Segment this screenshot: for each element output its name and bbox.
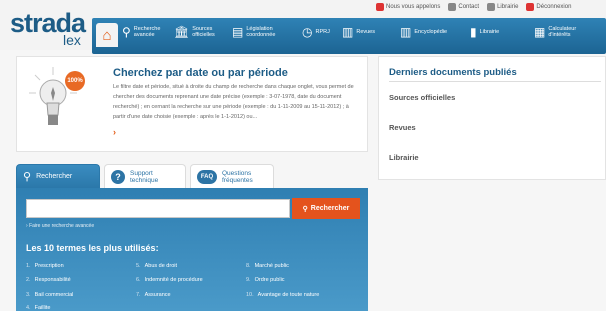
cart-icon [487, 2, 496, 11]
main-nav: ⌂ ⚲ Recherche avancée 🏛 Sources officielle… [92, 18, 606, 54]
promo-text: Le filtre date et période, situé à droit… [113, 84, 354, 120]
latest-item-revues[interactable]: Revues [389, 123, 416, 132]
read-more-link[interactable]: › [113, 127, 116, 137]
top-link[interactable]: Nous vous appelons [376, 0, 440, 13]
term-link[interactable]: 8. Marché public [246, 263, 289, 269]
top-link[interactable]: Contact [448, 0, 479, 13]
search-input[interactable] [26, 199, 290, 218]
term-link[interactable]: 5. Abus de droit [136, 263, 177, 269]
divider [389, 81, 601, 82]
term-link[interactable]: 6. Indemnité de procédure [136, 277, 203, 283]
nav-revues[interactable]: ▥ Revues [342, 26, 375, 38]
mail-icon [448, 2, 457, 11]
logo-sub: lex [63, 32, 81, 48]
building-icon: 🏛 [174, 25, 190, 39]
tab-questions-frequentes[interactable]: FAQ Questions fréquentes [190, 164, 274, 188]
book-icon: ▥ [342, 25, 354, 39]
calculator-icon: ▦ [534, 25, 546, 39]
circle-arrow-icon: ◷ [302, 25, 313, 39]
promo-title[interactable]: Cherchez par date ou par période [113, 67, 288, 79]
term-link[interactable]: 2. Responsabilité [26, 277, 71, 283]
top-terms-title: Les 10 termes les plus utilisés: [26, 243, 159, 253]
advanced-search-link[interactable]: › Faire une recherche avancée [26, 223, 94, 229]
term-link[interactable]: 1. Prescription [26, 263, 64, 269]
term-link[interactable]: 4. Faillite [26, 305, 51, 311]
term-link[interactable]: 9. Ordre public [246, 277, 285, 283]
tab-rechercher[interactable]: ⚲ Rechercher [16, 164, 100, 188]
search-icon: ⚲ [302, 205, 308, 213]
top-link[interactable]: Déconnexion [526, 0, 571, 13]
promo-box: 100% Cherchez par date ou par période Le… [16, 56, 368, 152]
nav-calculateur[interactable]: ▦ Calculateur d'intérêts [534, 26, 576, 38]
term-link[interactable]: 7. Assurance [136, 292, 171, 298]
nav-sources-officielles[interactable]: 🏛 Sources officielles [174, 26, 215, 38]
top-link[interactable]: Librairie [487, 0, 518, 13]
nav-rprj[interactable]: ◷ RPRJ [302, 26, 330, 38]
latest-item-librairie[interactable]: Librairie [389, 153, 419, 162]
nav-recherche-avancee[interactable]: ⚲ Recherche avancée [122, 26, 160, 38]
logout-icon [526, 2, 535, 11]
top-links: Nous vous appelons Contact Librairie Déc… [376, 0, 571, 13]
latest-documents-title: Derniers documents publiés [389, 67, 517, 78]
nav-librairie[interactable]: ▮ Librairie [470, 26, 499, 38]
term-link[interactable]: 10. Avantage de toute nature [246, 292, 319, 298]
document-icon: ▤ [232, 25, 244, 39]
phone-icon [376, 2, 384, 11]
help-icon: ? [111, 169, 125, 184]
search-button[interactable]: ⚲ Rechercher [292, 198, 360, 219]
percentage-badge: 100% [65, 71, 85, 91]
latest-item-sources[interactable]: Sources officielles [389, 93, 455, 102]
nav-legislation[interactable]: ▤ Législation coordonnée [232, 26, 275, 38]
nav-encyclopedie[interactable]: ▥ Encyclopédie [400, 26, 447, 38]
home-button[interactable]: ⌂ [96, 23, 118, 47]
home-icon: ⌂ [102, 26, 112, 44]
latest-documents-panel: Derniers documents publiés Sources offic… [378, 56, 606, 180]
term-link[interactable]: 3. Bail commercial [26, 292, 73, 298]
library-icon: ▮ [470, 25, 477, 39]
search-panel: ⚲ Rechercher › Faire une recherche avanc… [16, 188, 368, 311]
search-icon: ⚲ [23, 171, 32, 183]
faq-icon: FAQ [197, 169, 217, 184]
open-book-icon: ▥ [400, 25, 412, 39]
search-icon: ⚲ [122, 25, 131, 39]
tab-support-technique[interactable]: ? Support technique [104, 164, 186, 188]
